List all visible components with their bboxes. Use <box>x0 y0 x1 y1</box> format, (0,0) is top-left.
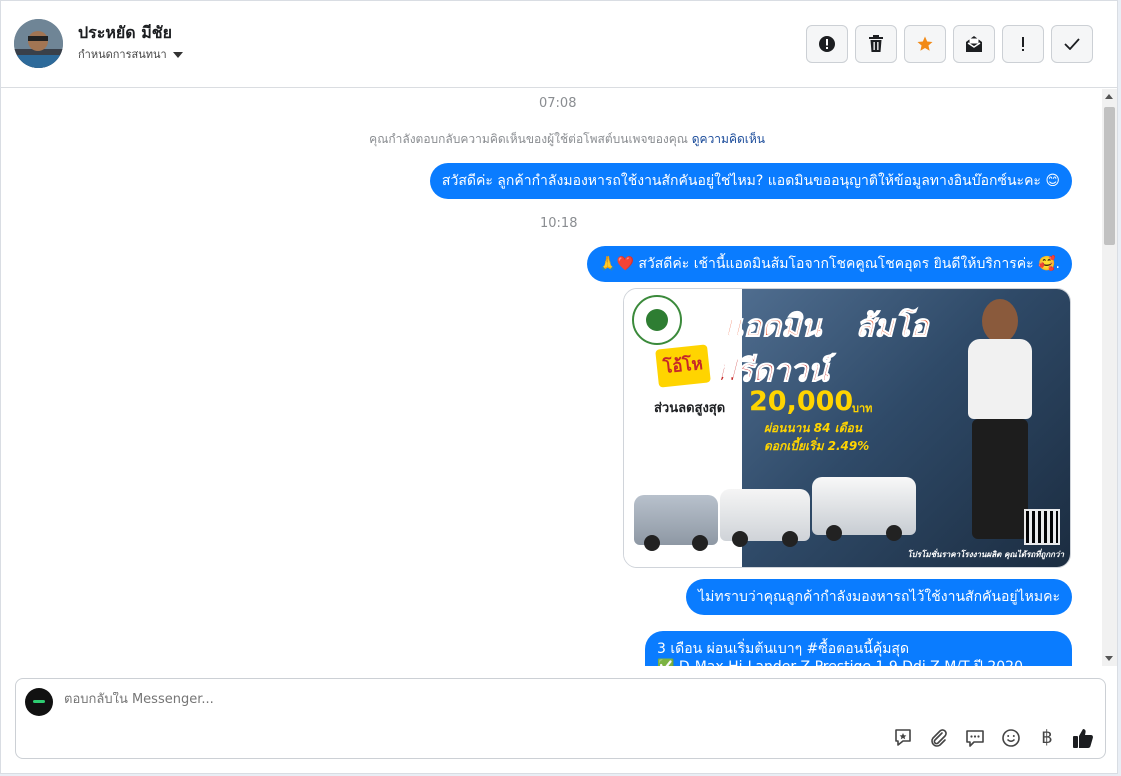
check-icon <box>1064 38 1080 50</box>
chevron-down-icon <box>172 51 183 58</box>
mark-unread-button[interactable] <box>953 25 995 63</box>
message-bubble[interactable]: สวัสดีค่ะ ลูกค้ากำลังมองหารถใช้งานสักคัน… <box>429 163 1072 199</box>
delete-button[interactable] <box>855 25 897 63</box>
timestamp: 07:08 <box>539 96 577 111</box>
header-actions <box>806 25 1093 63</box>
message-line: ✅ D-Max Hi-Lander Z Prestige 1.9 Ddi Z M… <box>657 658 1060 666</box>
sticker-icon[interactable] <box>892 727 914 749</box>
alert-circle-icon <box>819 36 835 52</box>
comment-reply-notice: คุณกำลังตอบกลับความคิดเห็นของผู้ใช้ต่อโพ… <box>369 130 765 149</box>
mark-done-button[interactable] <box>1051 25 1093 63</box>
car-pickup-image <box>720 489 810 547</box>
star-button[interactable] <box>904 25 946 63</box>
trash-icon <box>869 35 883 52</box>
dealer-logo <box>632 295 682 345</box>
timestamp: 10:18 <box>540 216 578 231</box>
exclamation-icon <box>1022 37 1024 51</box>
promo-offer-badge: โอ้โห <box>655 344 711 388</box>
message-line: 3 เดือน ผ่อนเริ่มต้นเบาๆ #ซื้อตอนนี้คุ้ม… <box>657 641 910 657</box>
important-button[interactable] <box>1002 25 1044 63</box>
conversation-header: ประหยัด มีชัย กำหนดการสนทนา <box>1 1 1117 88</box>
assign-conversation-dropdown[interactable]: กำหนดการสนทนา <box>78 45 183 63</box>
thread-scrollbar[interactable] <box>1102 89 1117 666</box>
promo-installment-term: ผ่อนนาน 84 เดือน <box>764 421 862 435</box>
promo-interest-rate: ดอกเบี้ยเริ่ม 2.49% <box>764 439 870 453</box>
promo-footer-text: โปรโมชั่นราคาโรงงานผลิต คุณได้รถที่ถูกกว… <box>907 550 1064 559</box>
assign-conversation-label: กำหนดการสนทนา <box>78 48 167 61</box>
promo-title-name: ส้มโอ <box>855 309 929 345</box>
reply-input[interactable] <box>64 692 884 707</box>
composer-toolbar: ฿ <box>892 727 1094 749</box>
saved-reply-icon[interactable] <box>964 727 986 749</box>
promo-title: แอดมิน <box>723 309 822 345</box>
envelope-open-icon <box>966 36 982 52</box>
notice-text: คุณกำลังตอบกลับความคิดเห็นของผู้ใช้ต่อโพ… <box>369 132 688 146</box>
message-bubble[interactable]: 3 เดือน ผ่อนเริ่มต้นเบาๆ #ซื้อตอนนี้คุ้ม… <box>645 631 1072 666</box>
promo-discount-unit: บาท <box>852 402 873 415</box>
promo-discount-label: ส่วนลดสูงสุด <box>654 401 726 416</box>
star-icon <box>917 36 933 51</box>
promo-discount-amount: 20,000 <box>749 386 854 417</box>
contact-name: ประหยัด มีชัย <box>78 23 173 42</box>
messenger-inbox-panel: ประหยัด มีชัย กำหนดการสนทนา 07:08 คุณกำล… <box>0 0 1118 774</box>
message-thread[interactable]: 07:08 คุณกำลังตอบกลับความคิดเห็นของผู้ใช… <box>1 89 1117 666</box>
scroll-down-arrow-icon[interactable] <box>1105 656 1113 661</box>
scroll-up-arrow-icon[interactable] <box>1105 94 1113 99</box>
message-bubble[interactable]: 🙏❤️ สวัสดีค่ะ เช้านี้แอดมินส้มโอจากโชคคู… <box>587 246 1072 282</box>
attach-icon[interactable] <box>928 727 950 749</box>
avatar[interactable] <box>14 19 63 68</box>
view-comment-link[interactable]: ดูความคิดเห็น <box>692 132 765 146</box>
mark-spam-button[interactable] <box>806 25 848 63</box>
promo-image[interactable]: แอดมิน ส้มโอ โอ้โห ฟรีดาวน์ ส่วนลดสูงสุด… <box>623 288 1071 568</box>
like-icon[interactable] <box>1072 727 1094 749</box>
qr-code <box>1024 509 1060 545</box>
car-pickup-cage-image <box>812 477 916 541</box>
message-bubble[interactable]: ไม่ทราบว่าคุณลูกค้ากำลังมองหารถไว้ใช้งาน… <box>686 579 1072 615</box>
emoji-icon[interactable] <box>1000 727 1022 749</box>
car-sedan-image <box>634 495 718 551</box>
page-avatar <box>25 688 53 716</box>
scrollbar-thumb[interactable] <box>1104 107 1115 245</box>
baht-icon[interactable]: ฿ <box>1036 727 1058 749</box>
reply-composer: ฿ <box>15 678 1106 759</box>
